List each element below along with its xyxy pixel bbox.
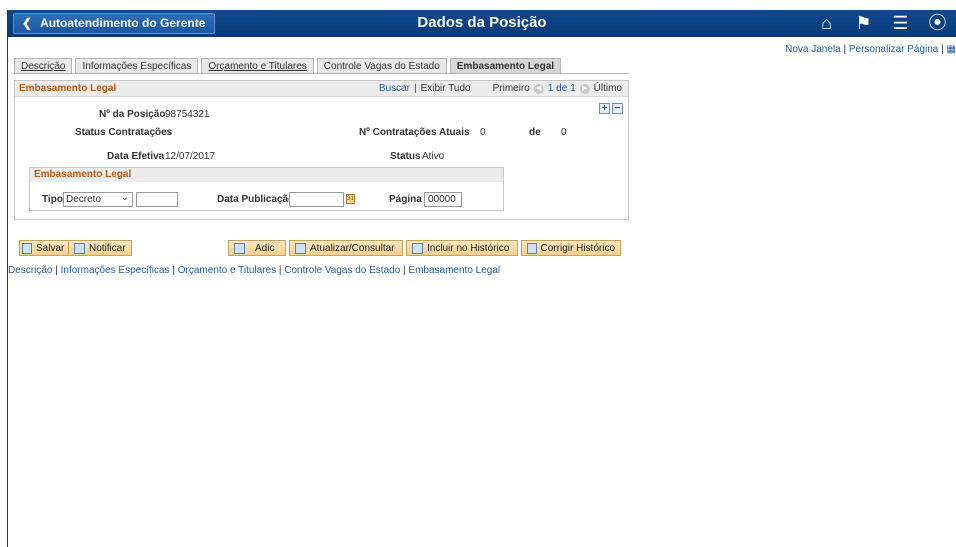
add-button-label: Adic bbox=[255, 242, 275, 254]
of-value: 0 bbox=[561, 127, 567, 138]
include-history-button[interactable]: Incluir no Histórico bbox=[406, 240, 518, 256]
flag-icon[interactable]: ⚑ bbox=[845, 12, 882, 36]
publication-date-label: Data Publicação bbox=[217, 194, 295, 205]
notify-button[interactable]: Notificar bbox=[68, 240, 132, 256]
of-label: de bbox=[529, 127, 541, 138]
decree-number-input[interactable] bbox=[136, 192, 178, 207]
correct-history-button[interactable]: Corrigir Histórico bbox=[521, 240, 621, 256]
new-window-link[interactable]: Nova Janela bbox=[785, 44, 841, 55]
row-actions: + − bbox=[599, 103, 623, 114]
personalize-page-link[interactable]: Personalizar Página bbox=[849, 44, 939, 55]
row-count: 1 de 1 bbox=[547, 83, 576, 94]
include-history-button-label: Incluir no Histórico bbox=[427, 242, 510, 254]
include-history-icon bbox=[412, 242, 423, 254]
view-all-link[interactable]: Exibir Tudo bbox=[421, 83, 471, 94]
footer-link-controle-vagas[interactable]: Controle Vagas do Estado bbox=[284, 265, 400, 276]
type-select-value: Decreto bbox=[66, 194, 102, 205]
footer-tab-links: Descrição | Informações Específicas | Or… bbox=[8, 265, 500, 276]
separator: | bbox=[52, 265, 61, 276]
first-link[interactable]: Primeiro bbox=[493, 83, 530, 94]
panel-title: Embasamento Legal bbox=[19, 83, 117, 94]
calendar-icon[interactable]: 31 bbox=[346, 194, 355, 204]
legal-basis-grid: Embasamento Legal Tipo Decreto ⌄ Data Pu… bbox=[29, 167, 504, 211]
utility-links: Nova Janela | Personalizar Página | ▦ bbox=[785, 44, 956, 55]
row-navigation: Buscar | Exibir Tudo Primeiro ◀ 1 de 1 ▶… bbox=[379, 83, 622, 94]
save-button-label: Salvar bbox=[36, 242, 65, 254]
save-button[interactable]: Salvar bbox=[19, 240, 71, 256]
find-link[interactable]: Buscar bbox=[379, 83, 410, 94]
home-icon[interactable]: ⌂ bbox=[808, 12, 845, 36]
footer-link-descricao[interactable]: Descrição bbox=[8, 265, 52, 276]
previous-row-icon[interactable]: ◀ bbox=[533, 83, 544, 94]
tabs-divider bbox=[14, 73, 629, 74]
chevron-down-icon: ⌄ bbox=[120, 192, 129, 203]
panel-header: Embasamento Legal Buscar | Exibir Tudo P… bbox=[15, 81, 628, 97]
menu-icon[interactable]: ☰ bbox=[882, 12, 919, 36]
next-row-icon[interactable]: ▶ bbox=[579, 83, 590, 94]
status-value: Ativo bbox=[422, 151, 445, 162]
update-display-button-label: Atualizar/Consultar bbox=[310, 242, 395, 254]
top-banner: ❮ Autoatendimento do Gerente Dados da Pos… bbox=[8, 10, 956, 37]
add-icon bbox=[234, 242, 245, 254]
update-icon bbox=[295, 242, 306, 254]
separator: | bbox=[169, 265, 178, 276]
page-input[interactable]: 00000 bbox=[424, 192, 462, 207]
notify-icon bbox=[74, 242, 85, 254]
embasamento-legal-panel: Embasamento Legal Buscar | Exibir Tudo P… bbox=[14, 80, 629, 220]
delete-row-button[interactable]: − bbox=[612, 103, 623, 114]
legal-basis-header: Embasamento Legal bbox=[30, 168, 503, 182]
page-tabs: Descrição Informações Específicas Orçame… bbox=[14, 58, 564, 74]
tab-informacoes-especificas[interactable]: Informações Específicas bbox=[75, 58, 199, 74]
grid-icon[interactable]: ▦ bbox=[947, 44, 956, 55]
tab-orcamento-titulares[interactable]: Orçamento e Titulares bbox=[201, 58, 314, 74]
footer-link-embasamento-legal[interactable]: Embasamento Legal bbox=[408, 265, 500, 276]
position-number-value: 98754321 bbox=[165, 109, 210, 120]
status-label: Status bbox=[390, 151, 421, 162]
current-hires-value: 0 bbox=[480, 127, 486, 138]
header-icon-bar: ⌂ ⚑ ☰ ⦿ bbox=[808, 12, 956, 36]
last-link[interactable]: Último bbox=[594, 83, 622, 94]
page-value: 00000 bbox=[428, 194, 456, 205]
separator: | bbox=[413, 83, 417, 94]
tab-descricao[interactable]: Descrição bbox=[14, 58, 73, 74]
position-number-label: Nº da Posição bbox=[99, 109, 166, 120]
add-row-button[interactable]: + bbox=[599, 103, 610, 114]
current-hires-label: Nº Contratações Atuais bbox=[359, 127, 470, 138]
effective-date-value: 12/07/2017 bbox=[165, 151, 216, 162]
add-button[interactable]: Adic bbox=[228, 240, 286, 256]
left-frame-border bbox=[7, 10, 8, 547]
notify-button-label: Notificar bbox=[89, 242, 126, 254]
publication-date-input[interactable] bbox=[289, 192, 344, 207]
correct-history-icon bbox=[527, 242, 537, 254]
correct-history-button-label: Corrigir Histórico bbox=[540, 242, 615, 254]
navbar-icon[interactable]: ⦿ bbox=[919, 12, 956, 36]
type-label: Tipo bbox=[42, 194, 63, 205]
hiring-status-label: Status Contratações bbox=[75, 127, 173, 138]
footer-link-informacoes-especificas[interactable]: Informações Específicas bbox=[61, 265, 170, 276]
page-label: Página bbox=[389, 194, 422, 205]
update-display-button[interactable]: Atualizar/Consultar bbox=[289, 240, 403, 256]
type-select[interactable]: Decreto ⌄ bbox=[63, 192, 133, 207]
tab-controle-vagas[interactable]: Controle Vagas do Estado bbox=[316, 58, 447, 74]
tab-embasamento-legal[interactable]: Embasamento Legal bbox=[449, 58, 562, 74]
legal-basis-title: Embasamento Legal bbox=[34, 169, 132, 180]
footer-link-orcamento-titulares[interactable]: Orçamento e Titulares bbox=[178, 265, 276, 276]
save-icon bbox=[22, 242, 32, 254]
effective-date-label: Data Efetiva bbox=[107, 151, 165, 162]
